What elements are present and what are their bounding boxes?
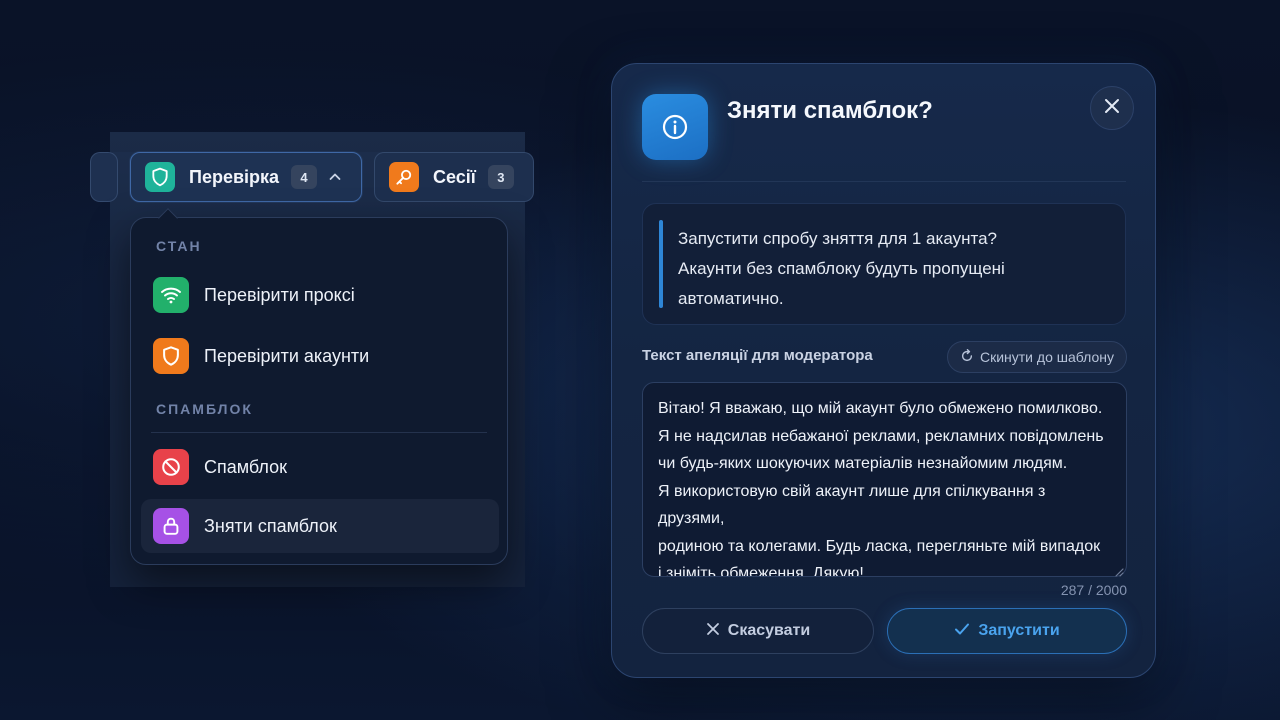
info-line: Запустити спробу зняття для 1 акаунта? xyxy=(678,229,997,248)
tab-sessions-label: Сесії xyxy=(433,166,476,187)
info-line: Акаунти без спамблоку будуть пропущені xyxy=(678,259,1005,278)
wifi-icon xyxy=(153,277,189,313)
section-label-spamblock: СПАМБЛОК xyxy=(156,401,253,417)
lock-icon xyxy=(153,508,189,544)
reset-label: Скинути до шаблону xyxy=(979,349,1114,365)
tab-previous[interactable] xyxy=(90,152,118,202)
resize-handle-icon[interactable] xyxy=(1114,564,1124,577)
tab-sessions[interactable]: Сесії 3 xyxy=(374,152,534,202)
cancel-button[interactable]: Скасувати xyxy=(642,608,874,654)
shield-icon xyxy=(145,162,175,192)
character-counter: 287 / 2000 xyxy=(1060,582,1127,598)
tab-check[interactable]: Перевірка 4 xyxy=(130,152,362,202)
menu-item-label: Зняти спамблок xyxy=(204,515,337,536)
ban-icon xyxy=(153,449,189,485)
info-line: автоматично. xyxy=(678,289,784,308)
callout-accent-bar xyxy=(659,220,663,308)
check-dropdown-menu: СТАН Перевірити проксі Перевірити акаунт… xyxy=(130,208,508,565)
refresh-icon xyxy=(960,348,974,366)
run-button[interactable]: Запустити xyxy=(887,608,1127,654)
section-label-state: СТАН xyxy=(156,238,202,254)
menu-item-check-proxy[interactable]: Перевірити проксі xyxy=(141,268,499,322)
stage: Перевірка 4 Сесії 3 СТАН Перевірити прок… xyxy=(0,0,1280,720)
run-label: Запустити xyxy=(978,622,1060,639)
menu-item-label: Перевірити акаунти xyxy=(204,345,370,366)
check-icon xyxy=(954,621,970,642)
section-divider xyxy=(151,432,487,433)
tab-check-count: 4 xyxy=(291,165,318,189)
close-icon xyxy=(706,622,720,641)
close-icon xyxy=(1103,97,1121,120)
info-callout: Запустити спробу зняття для 1 акаунта? А… xyxy=(642,203,1126,325)
menu-item-label: Перевірити проксі xyxy=(204,284,355,305)
tab-check-label: Перевірка xyxy=(189,166,280,187)
remove-spamblock-dialog: Зняти спамблок? Запустити спробу зняття … xyxy=(611,63,1156,678)
info-icon xyxy=(642,94,708,160)
header-divider xyxy=(642,181,1126,182)
menu-item-remove-spamblock[interactable]: Зняти спамблок xyxy=(141,499,499,553)
tab-sessions-count: 3 xyxy=(487,165,514,189)
menu-item-check-accounts[interactable]: Перевірити акаунти xyxy=(141,329,499,383)
chevron-up-icon[interactable] xyxy=(327,169,343,185)
reset-to-template-button[interactable]: Скинути до шаблону xyxy=(947,341,1127,373)
close-button[interactable] xyxy=(1090,86,1134,130)
menu-item-spamblock[interactable]: Спамблок xyxy=(141,440,499,494)
shield-icon xyxy=(153,338,189,374)
menu-item-label: Спамблок xyxy=(204,456,288,477)
toolbar-panel: Перевірка 4 Сесії 3 СТАН Перевірити прок… xyxy=(90,132,534,587)
appeal-textarea[interactable]: Вітаю! Я вважаю, що мій акаунт було обме… xyxy=(642,382,1127,577)
appeal-field-label: Текст апеляції для модератора xyxy=(642,347,873,364)
dialog-title: Зняти спамблок? xyxy=(727,97,933,124)
info-text: Запустити спробу зняття для 1 акаунта? А… xyxy=(678,224,1108,314)
cancel-label: Скасувати xyxy=(727,622,811,639)
key-icon xyxy=(389,162,419,192)
